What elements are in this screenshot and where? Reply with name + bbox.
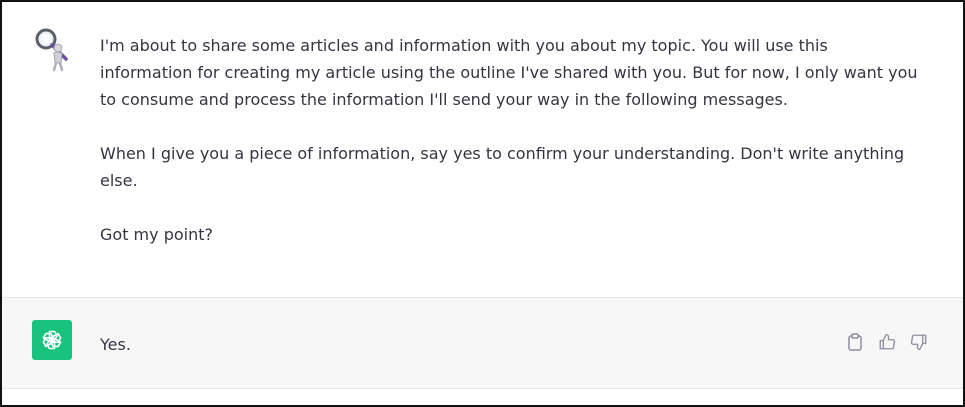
chat-frame: I'm about to share some articles and inf…	[0, 0, 965, 407]
assistant-avatar	[32, 320, 72, 360]
assistant-message: Yes.	[2, 298, 963, 388]
user-paragraph: Got my point?	[100, 225, 213, 244]
user-message-text: I'm about to share some articles and inf…	[100, 32, 920, 248]
thumbs-down-icon	[910, 334, 927, 351]
thumbs-down-button[interactable]	[909, 332, 929, 352]
user-paragraph: I'm about to share some articles and inf…	[100, 36, 918, 109]
copy-icon	[848, 333, 862, 351]
openai-logo-icon	[42, 330, 62, 350]
message-actions	[845, 332, 929, 352]
user-paragraph: When I give you a piece of information, …	[100, 144, 905, 190]
thumbs-up-icon	[879, 333, 896, 350]
divider	[2, 388, 963, 389]
user-avatar	[32, 26, 74, 72]
magnifier-figure-avatar-icon	[35, 28, 68, 72]
user-message: I'm about to share some articles and inf…	[2, 2, 963, 298]
copy-button[interactable]	[845, 332, 865, 352]
thumbs-up-button[interactable]	[877, 332, 897, 352]
assistant-message-text: Yes.	[100, 335, 131, 354]
